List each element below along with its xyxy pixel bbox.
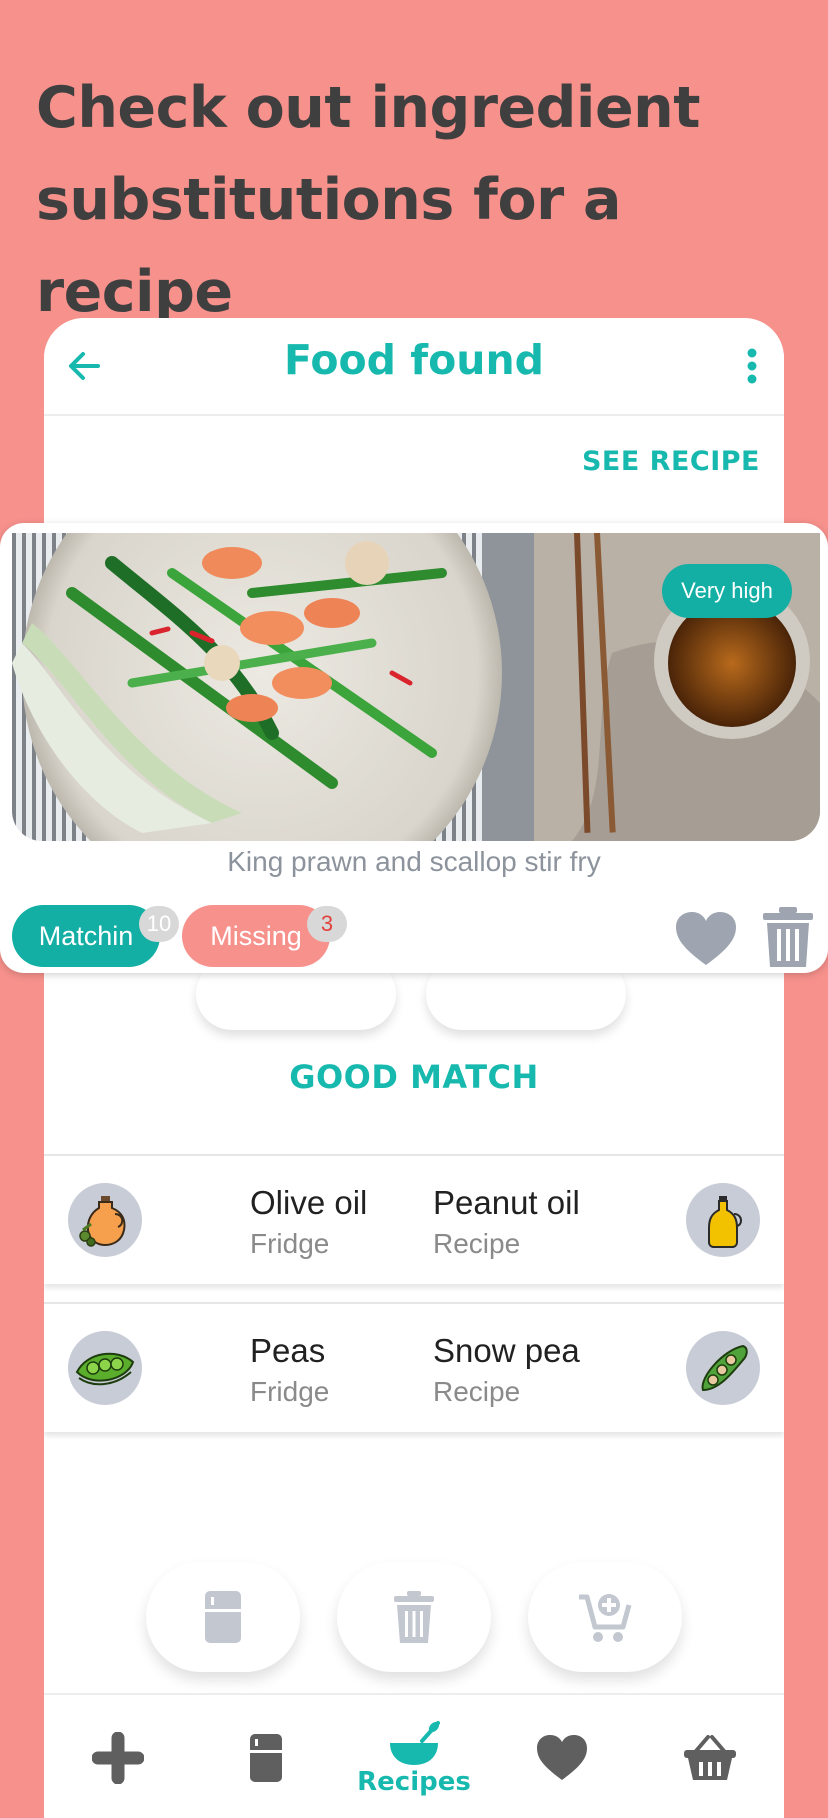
match-score-badge: Very high [662,564,792,618]
matching-chip[interactable]: Matchin [12,905,160,967]
move-to-fridge-button[interactable] [146,1562,300,1672]
more-vertical-icon [747,348,757,384]
missing-chip-label: Missing [210,920,302,951]
bottom-navigation: Recipes [44,1693,784,1818]
matching-count-badge: 10 [139,906,179,942]
heart-icon[interactable] [674,911,738,967]
trash-icon[interactable] [762,906,814,968]
ingredient-name: Peas [250,1332,326,1369]
matching-chip-label: Matchin [38,920,134,951]
ingredient-name: Olive oil [250,1184,368,1221]
nav-add[interactable] [44,1695,192,1818]
nav-recipes[interactable]: Recipes [340,1695,488,1818]
substitution-row[interactable]: Olive oil Fridge Peanut oil Recipe [44,1154,784,1284]
ingredient-location: Fridge [250,1228,330,1259]
recipe-card[interactable]: Very high King prawn and scallop stir fr… [0,523,828,973]
peas-icon [68,1331,142,1405]
trash-icon [394,1591,434,1643]
substitute-name: Snow pea [433,1332,580,1369]
plus-icon [92,1731,144,1784]
delete-button[interactable] [337,1562,491,1672]
ingredient-location: Fridge [250,1376,330,1407]
mixing-bowl-icon [390,1720,440,1765]
missing-chip[interactable]: Missing [182,905,330,967]
recipe-photo[interactable]: Very high [12,533,820,841]
substitute-location: Recipe [433,1228,521,1259]
heart-icon [537,1734,587,1780]
see-recipe-button[interactable]: SEE RECIPE [582,446,760,477]
app-bar: Food found [44,318,784,416]
section-title: GOOD MATCH [289,1058,539,1096]
nav-shopping[interactable] [636,1695,784,1818]
nav-favorites[interactable] [488,1695,636,1818]
substitution-row[interactable]: Peas Fridge Snow pea Recipe [44,1302,784,1432]
snow-pea-icon [686,1331,760,1405]
basket-icon [684,1734,736,1780]
cart-add-icon [579,1594,632,1642]
fridge-icon [250,1733,282,1782]
page-title: Food found [283,336,545,384]
substitute-name: Peanut oil [433,1184,580,1221]
oil-bottle-icon [686,1183,760,1257]
fridge-icon [205,1591,241,1643]
add-to-cart-button[interactable] [528,1562,682,1672]
recipe-title: King prawn and scallop stir fry [227,846,601,877]
olive-oil-jar-icon [68,1183,142,1257]
nav-fridge[interactable] [192,1695,340,1818]
promo-headline: Check out ingredient substitutions for a… [36,75,700,325]
more-options-button[interactable] [730,340,774,392]
nav-recipes-label: Recipes [357,1766,471,1797]
missing-count-badge: 3 [307,906,347,942]
substitute-location: Recipe [433,1376,521,1407]
